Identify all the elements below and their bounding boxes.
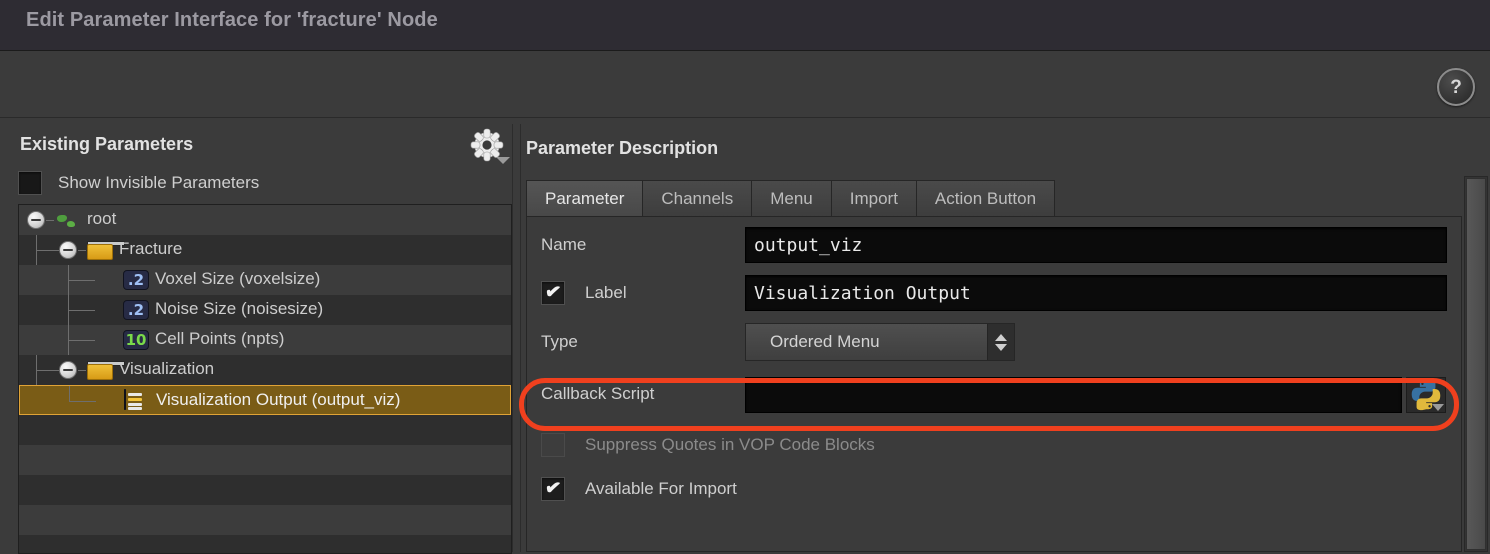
checkbox-box (18, 171, 42, 195)
type-dropdown-spinner[interactable] (987, 324, 1014, 360)
tree-row-label: Noise Size (noisesize) (155, 299, 324, 318)
label-input[interactable]: Visualization Output (745, 275, 1447, 311)
scrollbar-thumb[interactable] (1466, 178, 1486, 550)
tree-empty-row (19, 535, 511, 553)
tree-row-label: Visualization (119, 359, 215, 378)
tree-row-label: Visualization Output (output_viz) (156, 390, 401, 409)
available-for-import-checkbox[interactable]: ✔ (541, 476, 565, 501)
float-param-icon: .2 (123, 270, 149, 290)
name-input[interactable]: output_viz (745, 227, 1447, 263)
tree-connector (46, 220, 54, 221)
tab-parameter[interactable]: Parameter (526, 180, 644, 218)
type-dropdown-value: Ordered Menu (770, 332, 880, 351)
type-label: Type (541, 332, 578, 351)
tree-row[interactable]: 10 Cell Points (npts) (19, 325, 511, 355)
left-panel-header: Existing Parameters (10, 124, 510, 170)
menu-param-icon (124, 389, 142, 410)
tab-import[interactable]: Import (830, 180, 917, 218)
available-for-import-row[interactable]: ✔ Available For Import (541, 469, 737, 509)
tree-connector (68, 340, 95, 341)
help-icon-glyph: ? (1450, 76, 1462, 98)
type-row: Type (541, 322, 578, 362)
label-label: Label (585, 283, 627, 302)
tree-row[interactable]: Visualization Output (output_viz) (19, 385, 511, 415)
parameter-description-panel: Parameter Description Parameter Channels M… (522, 124, 1462, 552)
toolbar-strip: ? (0, 51, 1490, 118)
tree-connector (78, 370, 86, 371)
tree-row[interactable]: root (19, 205, 511, 235)
chevron-down-icon (995, 343, 1007, 351)
tab-menu[interactable]: Menu (751, 180, 832, 218)
tree-expander-minus-icon[interactable] (27, 211, 45, 229)
label-visible-checkbox[interactable]: ✔ (541, 280, 565, 305)
parameter-form: Name output_viz ✔ Label Visualization Ou… (526, 216, 1462, 552)
tree-connector (69, 401, 96, 402)
panel-splitter[interactable] (512, 124, 521, 552)
callback-script-input[interactable] (745, 377, 1402, 413)
tree-empty-row (19, 505, 511, 535)
available-for-import-label: Available For Import (585, 479, 737, 498)
type-dropdown[interactable]: Ordered Menu (745, 323, 1015, 361)
tree-row[interactable]: Fracture (19, 235, 511, 265)
window-title-bar: Edit Parameter Interface for 'fracture' … (0, 0, 1490, 51)
existing-parameters-title: Existing Parameters (20, 134, 194, 154)
gear-icon[interactable] (468, 128, 512, 168)
tree-row-label: Fracture (119, 239, 183, 258)
tree-connector (69, 386, 70, 401)
tree-expander-minus-icon[interactable] (59, 241, 77, 259)
tree-connector (78, 250, 86, 251)
callback-script-row: Callback Script (541, 374, 654, 414)
parameter-tabs: Parameter Channels Menu Import Action Button (526, 178, 1056, 218)
tree-row[interactable]: .2 Noise Size (noisesize) (19, 295, 511, 325)
tree-row[interactable]: Visualization (19, 355, 511, 385)
chevron-up-icon (995, 333, 1007, 341)
name-label: Name (541, 235, 587, 254)
vertical-scrollbar[interactable] (1464, 176, 1488, 552)
parameter-tree[interactable]: root Fracture .2 Voxel Size (voxelsize) .2 No… (18, 204, 512, 554)
callback-script-label: Callback Script (541, 384, 655, 403)
tree-row-label: Voxel Size (voxelsize) (155, 269, 321, 288)
tab-channels[interactable]: Channels (642, 180, 753, 218)
show-invisible-parameters-label: Show Invisible Parameters (58, 173, 260, 192)
label-row: ✔ Label (541, 273, 627, 313)
tree-connector (68, 310, 95, 311)
tree-connector (36, 250, 59, 251)
tree-empty-row (19, 475, 511, 505)
parameter-description-title: Parameter Description (526, 138, 719, 158)
chevron-down-icon (1432, 404, 1444, 411)
tree-connector (68, 280, 95, 281)
name-row: Name (541, 225, 586, 265)
show-invisible-parameters-checkbox[interactable]: Show Invisible Parameters (18, 168, 510, 198)
chevron-down-icon (496, 157, 510, 164)
tree-row[interactable]: .2 Voxel Size (voxelsize) (19, 265, 511, 295)
tree-empty-row (19, 445, 511, 475)
tree-expander-minus-icon[interactable] (59, 361, 77, 379)
suppress-quotes-row[interactable]: Suppress Quotes in VOP Code Blocks (541, 425, 875, 465)
suppress-quotes-checkbox[interactable] (541, 433, 565, 457)
tree-row-label: Cell Points (npts) (155, 329, 285, 348)
tree-row-label: root (87, 209, 117, 228)
tree-empty-row (19, 415, 511, 445)
window-title: Edit Parameter Interface for 'fracture' … (26, 9, 438, 31)
tab-action-button[interactable]: Action Button (915, 180, 1056, 218)
float-param-icon: .2 (123, 300, 149, 320)
suppress-quotes-label: Suppress Quotes in VOP Code Blocks (585, 435, 875, 454)
help-icon[interactable]: ? (1437, 68, 1475, 106)
tree-connector (36, 370, 59, 371)
existing-parameters-panel: Existing Parameters Show Invisible Param… (10, 124, 512, 554)
integer-param-icon: 10 (123, 330, 149, 350)
checkmark-icon: ✔ (543, 476, 563, 500)
python-logo-icon[interactable] (1406, 377, 1446, 413)
checkmark-icon: ✔ (543, 280, 563, 304)
